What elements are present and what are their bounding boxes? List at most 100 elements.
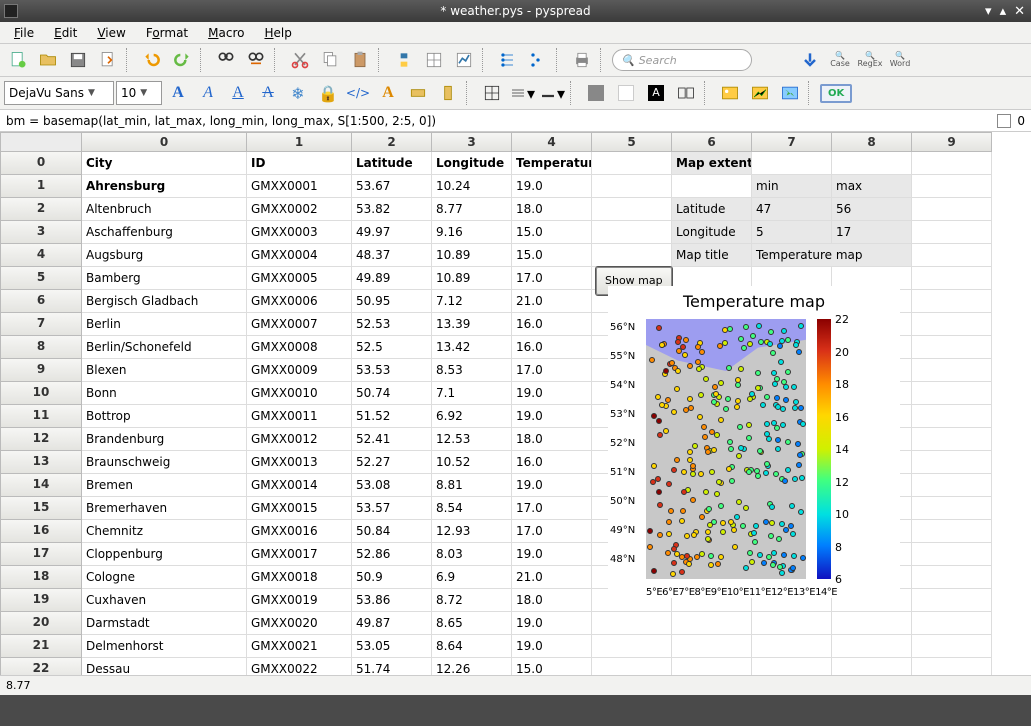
font-color-button[interactable]: A	[374, 79, 402, 107]
cell[interactable]: 53.05	[352, 635, 432, 658]
cell[interactable]: 10.52	[432, 451, 512, 474]
cell[interactable]	[912, 612, 992, 635]
cell[interactable]: 19.0	[512, 175, 592, 198]
cell[interactable]: 8.03	[432, 543, 512, 566]
cell[interactable]: GMXX0007	[247, 313, 352, 336]
cell[interactable]: 19.0	[512, 405, 592, 428]
lock-button[interactable]: 🔒	[314, 79, 342, 107]
cell[interactable]: GMXX0002	[247, 198, 352, 221]
cell[interactable]: GMXX0012	[247, 428, 352, 451]
cell[interactable]	[592, 221, 672, 244]
cell[interactable]	[912, 359, 992, 382]
cell[interactable]	[912, 244, 992, 267]
cell[interactable]: GMXX0008	[247, 336, 352, 359]
formula-bar[interactable]: bm = basemap(lat_min, lat_max, long_min,…	[0, 110, 1031, 132]
menu-view[interactable]: View	[87, 24, 135, 42]
cell[interactable]	[592, 612, 672, 635]
menu-edit[interactable]: Edit	[44, 24, 87, 42]
row-header[interactable]: 22	[0, 658, 82, 675]
cell[interactable]: 8.54	[432, 497, 512, 520]
cell[interactable]: Cuxhaven	[82, 589, 247, 612]
cell[interactable]: 18.0	[512, 589, 592, 612]
cell[interactable]: GMXX0001	[247, 175, 352, 198]
cell[interactable]: Berlin	[82, 313, 247, 336]
cell[interactable]: Augsburg	[82, 244, 247, 267]
cell[interactable]: 50.74	[352, 382, 432, 405]
column-header[interactable]: 8	[832, 132, 912, 152]
cell[interactable]: Temperature map	[752, 244, 912, 267]
cell[interactable]: 19.0	[512, 382, 592, 405]
cell[interactable]: 48.37	[352, 244, 432, 267]
cell[interactable]	[912, 658, 992, 675]
menu-macro[interactable]: Macro	[198, 24, 254, 42]
cell[interactable]: GMXX0017	[247, 543, 352, 566]
cell[interactable]: min	[752, 175, 832, 198]
cell[interactable]: GMXX0022	[247, 658, 352, 675]
row-header[interactable]: 15	[0, 497, 82, 520]
cell[interactable]: 56	[832, 198, 912, 221]
tree-collapse-button[interactable]	[524, 46, 552, 74]
column-header[interactable]: 9	[912, 132, 992, 152]
cell[interactable]: 51.52	[352, 405, 432, 428]
cell[interactable]: 21.0	[512, 290, 592, 313]
row-header[interactable]: 1	[0, 175, 82, 198]
menu-file[interactable]: File	[4, 24, 44, 42]
cell[interactable]: 52.27	[352, 451, 432, 474]
search-input[interactable]: 🔍 Search	[612, 49, 752, 71]
cell[interactable]: 6.9	[432, 566, 512, 589]
grid-button[interactable]	[420, 46, 448, 74]
cell[interactable]: Ahrensburg	[82, 175, 247, 198]
cell[interactable]: 12.26	[432, 658, 512, 675]
cell[interactable]	[672, 658, 752, 675]
cell[interactable]: GMXX0019	[247, 589, 352, 612]
row-header[interactable]: 20	[0, 612, 82, 635]
cell[interactable]	[752, 612, 832, 635]
cell[interactable]: max	[832, 175, 912, 198]
cell[interactable]: Dessau	[82, 658, 247, 675]
cell[interactable]: Aschaffenburg	[82, 221, 247, 244]
cut-button[interactable]	[286, 46, 314, 74]
cell[interactable]: Bottrop	[82, 405, 247, 428]
text-color-button[interactable]: A	[642, 79, 670, 107]
bold-button[interactable]: A	[164, 79, 192, 107]
cell[interactable]: ID	[247, 152, 352, 175]
row-header[interactable]: 5	[0, 267, 82, 290]
cell[interactable]: Blexen	[82, 359, 247, 382]
cell[interactable]	[592, 244, 672, 267]
cell[interactable]: 49.97	[352, 221, 432, 244]
cell[interactable]: Altenbruch	[82, 198, 247, 221]
cell[interactable]: Latitude	[672, 198, 752, 221]
cell[interactable]: Longitude	[672, 221, 752, 244]
cell[interactable]: GMXX0004	[247, 244, 352, 267]
bg-white-button[interactable]	[612, 79, 640, 107]
corner-cell[interactable]	[0, 132, 82, 152]
row-header[interactable]: 18	[0, 566, 82, 589]
border-color-button[interactable]: ▾	[538, 79, 566, 107]
cell[interactable]: 13.39	[432, 313, 512, 336]
cell[interactable]: Braunschweig	[82, 451, 247, 474]
row-header[interactable]: 9	[0, 359, 82, 382]
regex-toggle-button[interactable]: 🔍RegEx	[856, 46, 884, 74]
cell[interactable]: 52.86	[352, 543, 432, 566]
case-toggle-button[interactable]: 🔍Case	[826, 46, 854, 74]
font-size-select[interactable]: 10▼	[116, 81, 162, 105]
row-header[interactable]: 16	[0, 520, 82, 543]
bg-grey-button[interactable]	[582, 79, 610, 107]
cell[interactable]	[752, 658, 832, 675]
paste-button[interactable]	[346, 46, 374, 74]
markup-button[interactable]: </>	[344, 79, 372, 107]
minimize-icon[interactable]: ▾	[985, 4, 992, 19]
border-all-button[interactable]	[478, 79, 506, 107]
cell[interactable]: GMXX0021	[247, 635, 352, 658]
cell[interactable]	[912, 497, 992, 520]
cell[interactable]	[672, 635, 752, 658]
strike-button[interactable]: A	[254, 79, 282, 107]
cell[interactable]	[832, 612, 912, 635]
maximize-icon[interactable]: ▴	[1000, 4, 1007, 19]
cell[interactable]	[912, 175, 992, 198]
row-header[interactable]: 17	[0, 543, 82, 566]
cell[interactable]: 18.0	[512, 198, 592, 221]
row-header[interactable]: 13	[0, 451, 82, 474]
print-button[interactable]	[568, 46, 596, 74]
cell[interactable]: 19.0	[512, 635, 592, 658]
